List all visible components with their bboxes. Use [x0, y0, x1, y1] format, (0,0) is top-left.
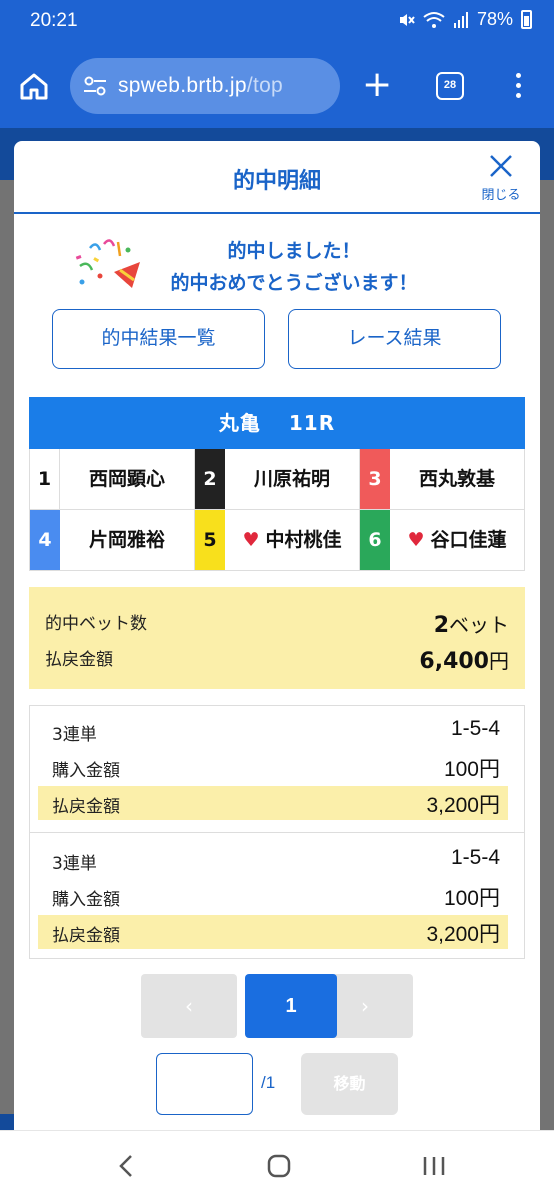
racer-cell: 5 ♥ 中村桃佳: [195, 510, 360, 571]
tab-switcher-button[interactable]: 28: [436, 72, 464, 100]
racer-number-badge: 6: [360, 510, 390, 570]
total-payout-label: 払戻金額: [45, 650, 113, 670]
payout-row: 払戻金額 3,200円: [38, 786, 508, 820]
racer-cell: 2 川原祐明: [195, 449, 360, 510]
hit-summary: 的中ベット数 2ベット 払戻金額 6,400円: [29, 587, 525, 689]
total-payout-unit: 円: [489, 649, 509, 673]
bet-list: 3連単 1-5-4 購入金額 100円 払戻金額 3,200円 3連単 1-5-…: [29, 705, 525, 959]
payout-label: 払戻金額: [52, 797, 120, 817]
racer-cell: 4 片岡雅裕: [30, 510, 195, 571]
racer-name: 西岡顕心: [88, 468, 165, 490]
racer-cell: 3 西丸敦基: [360, 449, 525, 510]
payout-amount: 3,200円: [426, 794, 500, 817]
race-number: 11R: [288, 411, 336, 435]
page-number-input[interactable]: [156, 1053, 253, 1115]
hit-results-list-button[interactable]: 的中結果一覧: [52, 309, 265, 369]
purchase-label: 購入金額: [52, 890, 120, 910]
bet-type: 3連単: [52, 854, 97, 874]
hit-count-number: 2: [433, 613, 449, 638]
site-settings-icon[interactable]: [82, 75, 108, 97]
url-path: /top: [246, 74, 284, 97]
purchase-amount: 100円: [443, 758, 500, 781]
racer-name: 谷口佳蓮: [430, 529, 507, 551]
racer-name-row: ♥ 谷口佳蓮: [390, 510, 524, 570]
racer-name: 片岡雅裕: [88, 529, 165, 551]
hit-count-unit: ベット: [449, 613, 509, 637]
payout-row: 払戻金額 3,200円: [38, 915, 508, 949]
action-buttons: 的中結果一覧 レース結果: [52, 309, 502, 369]
racer-cell: 6 ♥ 谷口佳蓮: [360, 510, 525, 571]
hit-count-label: 的中ベット数: [45, 614, 147, 634]
racer-name: 西丸敦基: [418, 468, 495, 490]
wifi-icon: [423, 11, 445, 28]
purchase-label: 購入金額: [52, 761, 120, 781]
bet-item: 3連単 1-5-4 購入金額 100円 払戻金額 3,200円: [30, 706, 524, 832]
congrats-message: 的中しました！ 的中おめでとうございます！: [14, 214, 540, 310]
racer-grid: 1 西岡顕心 2 川原祐明 3 西丸敦基 4 片岡雅裕 5 ♥ 中村桃佳 6 ♥ 谷…: [29, 449, 525, 571]
system-nav-bar: [0, 1130, 554, 1200]
race-results-button[interactable]: レース結果: [288, 309, 501, 369]
prev-page-button[interactable]: ‹: [141, 974, 237, 1038]
bet-combination: 1-5-4: [450, 717, 500, 740]
modal-title: 的中明細: [232, 169, 321, 194]
hit-count-value: 2ベット: [434, 609, 509, 638]
racer-name-row: ♥ 中村桃佳: [225, 510, 359, 570]
status-icons: 78%: [397, 9, 532, 30]
racer-number-badge: 5: [195, 510, 225, 570]
modal-header: 的中明細 閉じる: [14, 141, 540, 214]
browser-toolbar: spweb.brtb.jp/top + 28: [0, 46, 554, 128]
racer-cell: 1 西岡顕心: [30, 449, 195, 510]
bet-type-row: 3連単 1-5-4: [38, 843, 508, 877]
total-payout-number: 6,400: [419, 649, 489, 674]
back-icon[interactable]: [106, 1151, 146, 1181]
status-bar: 20:21 78%: [0, 0, 554, 46]
congrats-line-2: 的中おめでとうございます！: [170, 272, 418, 294]
race-venue: 丸亀: [218, 411, 261, 435]
congrats-line-1: 的中しました！: [227, 240, 361, 262]
hit-details-modal: 的中明細 閉じる 的中しました！ 的中おめでとうございます！ 的中結果一覧 レー…: [14, 141, 540, 1130]
battery-percent: 78%: [476, 9, 513, 29]
party-popper-icon: [75, 239, 140, 288]
home-icon[interactable]: [18, 70, 50, 102]
close-icon: [490, 155, 512, 177]
current-page-button[interactable]: 1: [245, 974, 337, 1038]
racer-number-badge: 2: [195, 449, 225, 509]
page-jump: /1 移動: [156, 1053, 398, 1117]
female-racer-heart-icon: ♥: [407, 529, 425, 551]
purchase-row: 購入金額 100円: [38, 879, 508, 913]
address-bar[interactable]: spweb.brtb.jp/top: [70, 58, 340, 114]
url-text: spweb.brtb.jp/top: [118, 74, 283, 98]
payout-label: 払戻金額: [52, 926, 120, 946]
recent-apps-icon[interactable]: [414, 1151, 454, 1181]
total-pages: /1: [261, 1073, 276, 1092]
bet-type: 3連単: [52, 725, 97, 745]
bet-type-row: 3連単 1-5-4: [38, 714, 508, 748]
female-racer-heart-icon: ♥: [242, 529, 260, 551]
total-payout-value: 6,400円: [419, 645, 509, 674]
battery-icon: [521, 10, 532, 29]
pagination: ‹ › 1: [141, 974, 413, 1038]
racer-number-badge: 1: [30, 449, 60, 509]
home-nav-icon[interactable]: [259, 1151, 299, 1181]
close-button[interactable]: 閉じる: [478, 153, 524, 203]
racer-number-badge: 3: [360, 449, 390, 509]
new-tab-icon[interactable]: +: [362, 67, 392, 104]
racer-name: 中村桃佳: [265, 529, 342, 551]
racer-name: 川原祐明: [253, 468, 330, 490]
race-header: 丸亀 11R: [29, 397, 525, 449]
purchase-row: 購入金額 100円: [38, 750, 508, 784]
jump-button[interactable]: 移動: [301, 1053, 398, 1115]
purchase-amount: 100円: [443, 887, 500, 910]
payout-amount: 3,200円: [426, 923, 500, 946]
status-time: 20:21: [30, 10, 78, 31]
url-host: spweb.brtb.jp: [118, 74, 247, 97]
more-menu-icon[interactable]: [508, 70, 528, 104]
signal-icon: [453, 11, 468, 28]
racer-number-badge: 4: [30, 510, 60, 570]
mute-icon: [399, 13, 415, 26]
bet-item: 3連単 1-5-4 購入金額 100円 払戻金額 3,200円: [30, 832, 524, 958]
bet-combination: 1-5-4: [450, 846, 500, 869]
close-label: 閉じる: [481, 188, 521, 203]
